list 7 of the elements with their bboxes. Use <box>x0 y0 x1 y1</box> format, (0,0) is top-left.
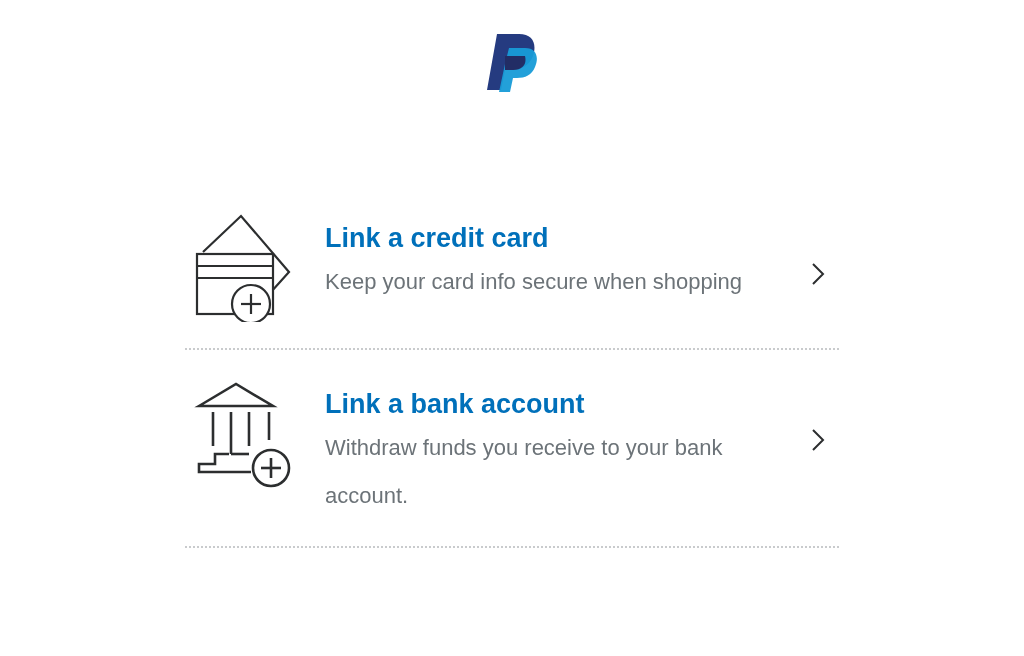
option-description: Keep your card info secure when shopping <box>325 268 744 296</box>
option-title-link[interactable]: Link a credit card <box>325 220 549 256</box>
option-description: Withdraw funds you receive to your bank account. <box>325 434 724 510</box>
option-title-link[interactable]: Link a bank account <box>325 386 585 422</box>
chevron-right-icon[interactable] <box>811 428 825 452</box>
chevron-right-icon[interactable] <box>811 262 825 286</box>
logo-icon <box>487 34 537 92</box>
